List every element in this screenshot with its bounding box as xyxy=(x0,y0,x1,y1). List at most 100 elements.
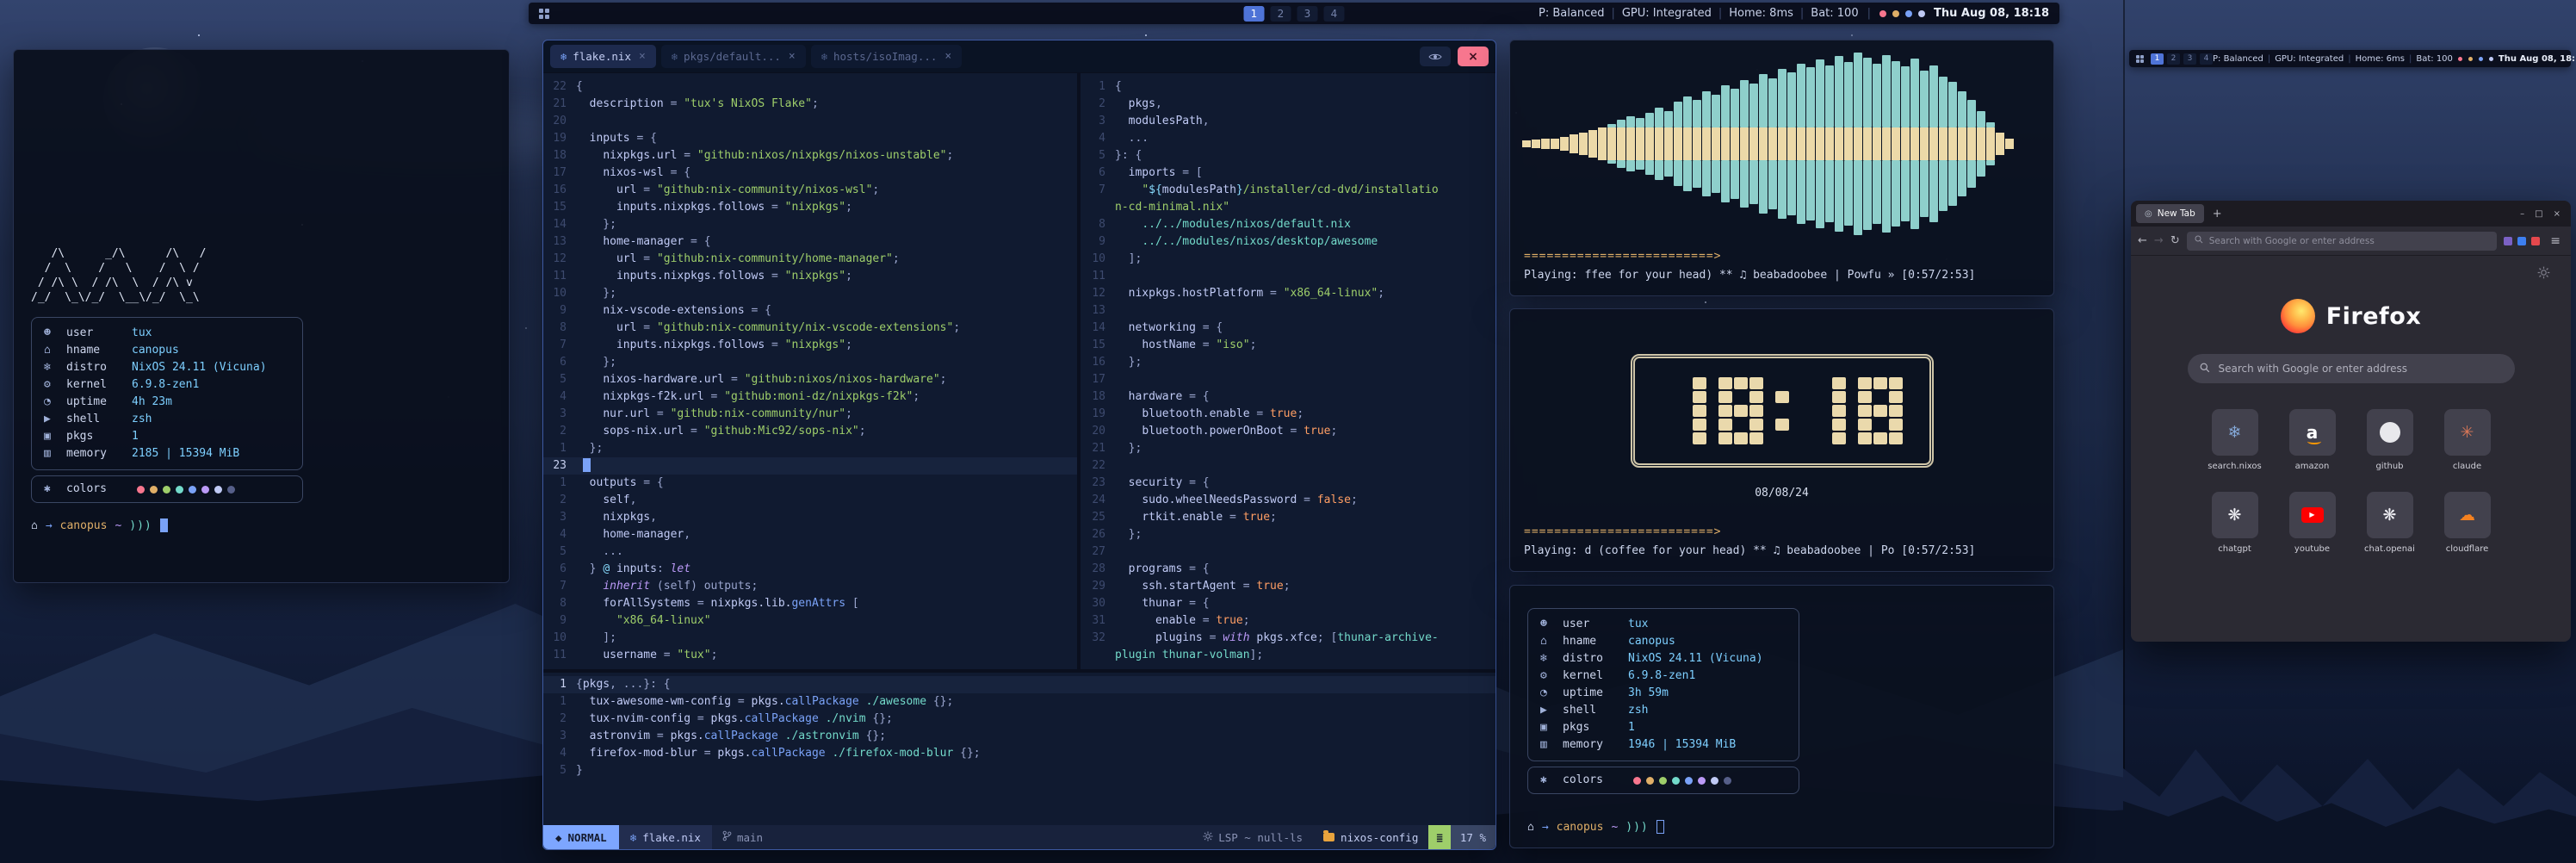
code-line[interactable]: 29 ssh.startAgent = true; xyxy=(1082,578,1495,595)
code-line[interactable]: 19 bluetooth.enable = true; xyxy=(1082,406,1495,423)
code-line[interactable]: 12 url = "github:nix-community/home-mana… xyxy=(543,251,1077,268)
code-line[interactable]: 30 thunar = { xyxy=(1082,595,1495,612)
code-line[interactable]: 28 programs = { xyxy=(1082,561,1495,578)
code-line[interactable]: 20 xyxy=(543,113,1077,130)
volume-icon[interactable] xyxy=(1918,10,1925,17)
code-line[interactable]: 1 outputs = { xyxy=(543,475,1077,492)
code-line[interactable]: 2 sops-nix.url = "github:Mic92/sops-nix"… xyxy=(543,423,1077,440)
code-line[interactable]: 4 ... xyxy=(1082,130,1495,147)
power-icon[interactable] xyxy=(2468,57,2473,61)
menu-icon[interactable]: ≡ xyxy=(2547,234,2564,248)
code-line[interactable]: 6 }; xyxy=(543,354,1077,371)
maximize-button[interactable]: □ xyxy=(2535,209,2542,219)
code-line[interactable]: 18 hardware = { xyxy=(1082,388,1495,406)
code-pane-flake[interactable]: 22{21 description = "tux's NixOS Flake";… xyxy=(543,78,1077,666)
tab-close-icon[interactable]: × xyxy=(789,50,796,63)
code-line[interactable]: 7 "${modulesPath}/installer/cd-dvd/insta… xyxy=(1082,182,1495,199)
code-line[interactable]: 10 }; xyxy=(543,285,1077,302)
code-line[interactable]: 27 xyxy=(1082,543,1495,561)
code-line[interactable]: 26 }; xyxy=(1082,526,1495,543)
code-line[interactable]: 5 ... xyxy=(543,543,1077,561)
shortcut-amazon[interactable]: aamazon xyxy=(2282,409,2344,471)
code-line[interactable]: 11 xyxy=(1082,268,1495,285)
search-input[interactable]: Search with Google or enter address xyxy=(2188,354,2515,383)
refresh-button[interactable]: ↻ xyxy=(2170,234,2180,247)
code-line[interactable]: 13 home-manager = { xyxy=(543,233,1077,251)
shortcut-github[interactable]: github xyxy=(2359,409,2421,471)
notification-icon[interactable] xyxy=(2458,57,2462,61)
new-tab-button[interactable]: + xyxy=(2213,208,2222,220)
code-line[interactable]: 31 enable = true; xyxy=(1082,612,1495,630)
editor-tab-pkgs/default...[interactable]: ❄pkgs/default...× xyxy=(661,45,806,68)
network-icon[interactable] xyxy=(1905,10,1912,17)
workspace-tag-2[interactable]: 2 xyxy=(1271,6,1291,22)
code-line[interactable]: 1 tux-awesome-wm-config = pkgs.callPacka… xyxy=(543,693,1495,711)
workspace-tag-4[interactable]: 4 xyxy=(2200,53,2213,65)
notification-icon[interactable] xyxy=(1879,10,1886,17)
editor-tab-flake.nix[interactable]: ❄flake.nix× xyxy=(550,45,656,68)
code-line[interactable]: 23 xyxy=(543,457,1077,475)
code-line[interactable]: 3 nur.url = "github:nix-community/nur"; xyxy=(543,406,1077,423)
code-line[interactable]: 4 nixpkgs-f2k.url = "github:moni-dz/nixp… xyxy=(543,388,1077,406)
shell-prompt[interactable]: ⌂ → canopus ~ ))) xyxy=(31,518,492,532)
shortcut-claude[interactable]: ✳claude xyxy=(2437,409,2499,471)
code-line[interactable]: 25 rtkit.enable = true; xyxy=(1082,509,1495,526)
forward-button[interactable]: → xyxy=(2154,234,2164,247)
code-line[interactable]: 21 }; xyxy=(1082,440,1495,457)
newtab-settings-gear-icon[interactable] xyxy=(2537,266,2550,282)
network-icon[interactable] xyxy=(2479,57,2483,61)
workspace-tag-3[interactable]: 3 xyxy=(1297,6,1318,22)
code-line[interactable]: 7 inputs.nixpkgs.follows = "nixpkgs"; xyxy=(543,337,1077,354)
extension-icon-1[interactable] xyxy=(2504,237,2512,245)
code-line[interactable]: 5 nixos-hardware.url = "github:nixos/nix… xyxy=(543,371,1077,388)
back-button[interactable]: ← xyxy=(2138,234,2147,247)
shortcut-chatgpt[interactable]: ❋chatgpt xyxy=(2204,492,2266,554)
extension-icon-2[interactable] xyxy=(2517,237,2526,245)
launcher-menu-icon[interactable] xyxy=(539,9,549,19)
code-line[interactable]: 5}: { xyxy=(1082,147,1495,165)
code-line[interactable]: 10 ]; xyxy=(543,630,1077,647)
code-line[interactable]: 21 description = "tux's NixOS Flake"; xyxy=(543,96,1077,113)
code-line[interactable]: 13 xyxy=(1082,302,1495,320)
code-line[interactable]: 6 } @ inputs: let xyxy=(543,561,1077,578)
code-line[interactable]: 12 nixpkgs.hostPlatform = "x86_64-linux"… xyxy=(1082,285,1495,302)
extension-icon-3[interactable] xyxy=(2531,237,2540,245)
code-line[interactable]: 1{ xyxy=(1082,78,1495,96)
datetime[interactable]: Thu Aug 08, 18:18 xyxy=(2499,54,2576,64)
volume-icon[interactable] xyxy=(2489,57,2493,61)
close-button[interactable]: × xyxy=(2554,209,2561,219)
code-line[interactable]: 23 security = { xyxy=(1082,475,1495,492)
workspace-tag-1[interactable]: 1 xyxy=(2151,53,2164,65)
code-line[interactable]: 11 username = "tux"; xyxy=(543,647,1077,664)
code-line[interactable]: 6 imports = [ xyxy=(1082,165,1495,182)
code-line[interactable]: 15 inputs.nixpkgs.follows = "nixpkgs"; xyxy=(543,199,1077,216)
code-line[interactable]: 22 xyxy=(1082,457,1495,475)
code-line[interactable]: 2 pkgs, xyxy=(1082,96,1495,113)
code-line[interactable]: 14 }; xyxy=(543,216,1077,233)
datetime[interactable]: Thu Aug 08, 18:18 xyxy=(1934,7,2049,20)
address-bar[interactable]: Search with Google or enter address xyxy=(2187,232,2498,251)
workspace-tag-3[interactable]: 3 xyxy=(2183,53,2196,65)
code-line[interactable]: 9 "x86_64-linux" xyxy=(543,612,1077,630)
code-pane-pkgs[interactable]: 1{pkgs, ...}: {1 tux-awesome-wm-config =… xyxy=(543,676,1495,824)
code-line[interactable]: 8 url = "github:nix-community/nix-vscode… xyxy=(543,320,1077,337)
code-line[interactable]: 1 }; xyxy=(543,440,1077,457)
code-line[interactable]: 10 ]; xyxy=(1082,251,1495,268)
code-line[interactable]: 17 nixos-wsl = { xyxy=(543,165,1077,182)
shortcut-search.nixos[interactable]: ❄search.nixos xyxy=(2204,409,2266,471)
tab-close-icon[interactable]: × xyxy=(944,50,951,63)
code-line[interactable]: 24 sudo.wheelNeedsPassword = false; xyxy=(1082,492,1495,509)
minimize-button[interactable]: – xyxy=(2520,209,2524,219)
code-line[interactable]: 15 hostName = "iso"; xyxy=(1082,337,1495,354)
code-line[interactable]: n-cd-minimal.nix" xyxy=(1082,199,1495,216)
code-line[interactable]: 4 home-manager, xyxy=(543,526,1077,543)
code-line[interactable]: 2 self, xyxy=(543,492,1077,509)
code-line[interactable]: 19 inputs = { xyxy=(543,130,1077,147)
code-line[interactable]: 8 ../../modules/nixos/default.nix xyxy=(1082,216,1495,233)
browser-tab-new-tab[interactable]: ◎ New Tab xyxy=(2136,204,2204,223)
workspace-tag-1[interactable]: 1 xyxy=(1244,6,1265,22)
workspace-tag-2[interactable]: 2 xyxy=(2167,53,2180,65)
tab-close-icon[interactable]: × xyxy=(639,50,646,63)
code-line[interactable]: 14 networking = { xyxy=(1082,320,1495,337)
editor-tab-hosts/isoImag...[interactable]: ❄hosts/isoImag...× xyxy=(811,45,962,68)
